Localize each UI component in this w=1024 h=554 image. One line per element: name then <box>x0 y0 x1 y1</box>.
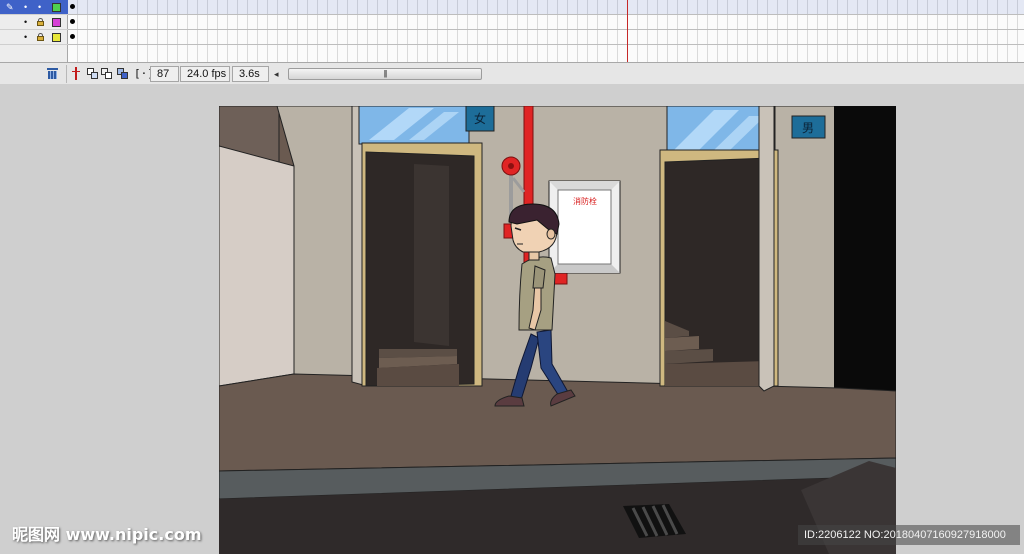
lock-icon[interactable] <box>37 18 44 26</box>
frame-rate-field[interactable]: 24.0 fps <box>180 66 230 82</box>
frame-row-2[interactable] <box>68 15 1024 30</box>
image-id-watermark: ID:2206122 NO:20180407160927918000 <box>798 525 1020 545</box>
trash-icon[interactable] <box>47 68 58 79</box>
layer-color-swatch[interactable] <box>52 33 61 42</box>
site-watermark: 昵图网 www.nipic.com <box>12 525 202 544</box>
layer-color-swatch[interactable] <box>52 18 61 27</box>
divider <box>66 65 67 83</box>
current-frame-field[interactable]: 87 <box>150 66 179 82</box>
lock-icon[interactable] <box>37 33 44 41</box>
layer-row-1[interactable]: ✎ • • <box>0 0 68 15</box>
keyframe-marker[interactable] <box>70 34 75 39</box>
scrollbar-thumb[interactable]: ||| <box>288 68 482 80</box>
notice-title: 消防栓 <box>573 196 597 206</box>
scroll-left-icon[interactable]: ◂ <box>274 68 279 80</box>
keyframe-marker[interactable] <box>70 4 75 9</box>
frame-row-1[interactable] <box>68 0 1024 15</box>
onion-skin-icon[interactable] <box>87 68 98 79</box>
frame-grid[interactable] <box>68 0 1024 62</box>
lock-dot-icon[interactable]: • <box>38 3 41 12</box>
timeline-scrollbar[interactable]: ◂ ||| <box>274 67 484 81</box>
stage-canvas[interactable]: 女 男 消防栓 <box>219 106 896 554</box>
visibility-dot-icon[interactable]: • <box>24 18 27 27</box>
center-frame-icon[interactable] <box>72 67 80 80</box>
edit-multiple-frames-icon[interactable] <box>117 68 128 79</box>
keyframe-marker[interactable] <box>70 19 75 24</box>
elapsed-time-field[interactable]: 3.6s <box>232 66 269 82</box>
sign-women-text: 女 <box>474 111 486 126</box>
timeline-panel: ✎ • • • • [·] 87 24.0 fps 3.6s ◂ ||| <box>0 0 1024 84</box>
playhead[interactable] <box>627 0 628 66</box>
timeline-status-bar: [·] 87 24.0 fps 3.6s ◂ ||| <box>0 62 1024 84</box>
visibility-dot-icon[interactable]: • <box>24 33 27 42</box>
sign-men-text: 男 <box>802 121 814 135</box>
visibility-dot-icon[interactable]: • <box>24 3 27 12</box>
layer-list: ✎ • • • • <box>0 0 68 62</box>
frame-row-3[interactable] <box>68 30 1024 45</box>
pencil-icon: ✎ <box>6 2 14 12</box>
scene-illustration: 女 男 消防栓 <box>219 106 896 554</box>
layer-row-2[interactable]: • <box>0 15 68 30</box>
layer-row-3[interactable]: • <box>0 30 68 45</box>
modify-onion-markers-icon[interactable]: [·] <box>134 67 154 80</box>
onion-skin-outlines-icon[interactable] <box>101 68 112 79</box>
layer-color-swatch[interactable] <box>52 3 61 12</box>
